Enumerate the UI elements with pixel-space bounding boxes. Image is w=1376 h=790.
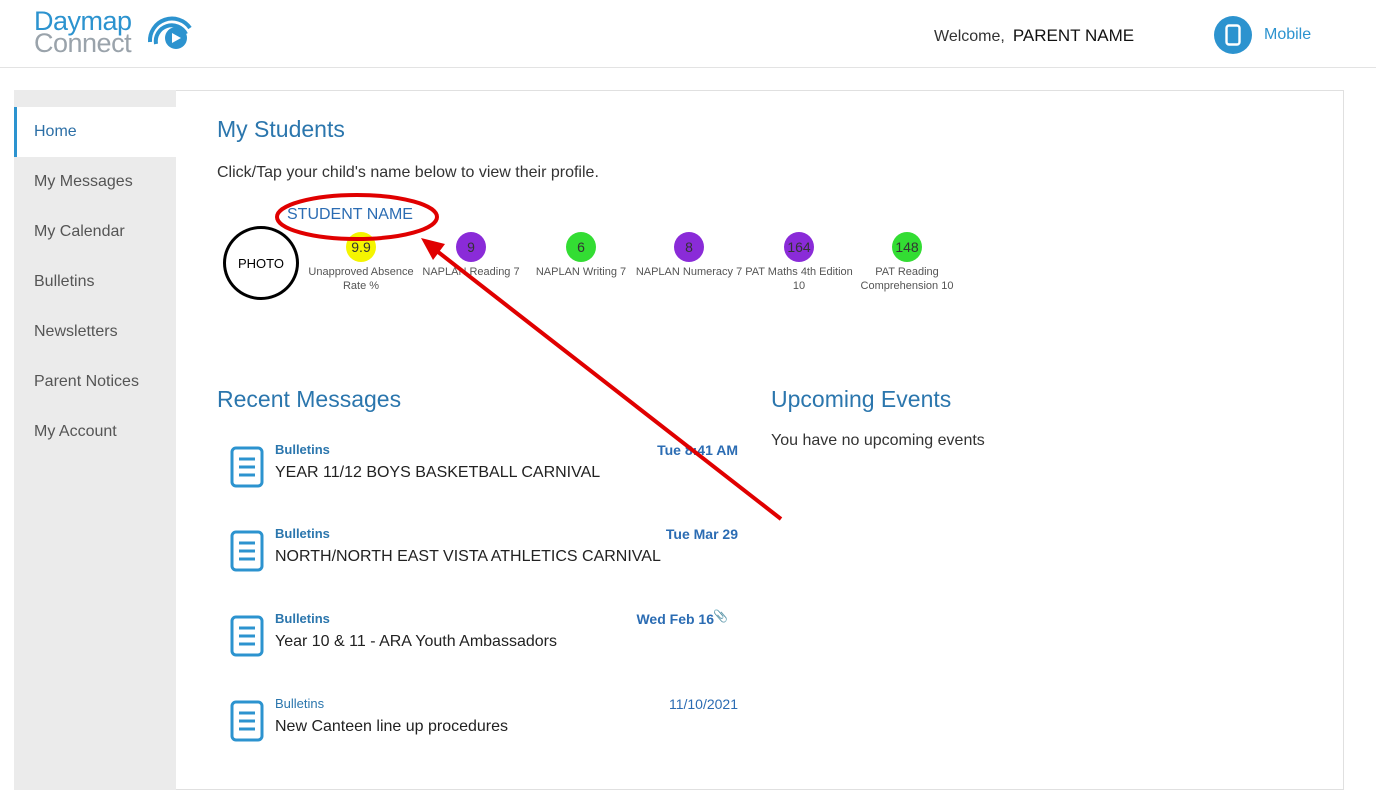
mobile-button[interactable]: Mobile	[1214, 16, 1311, 54]
sidebar-item-home[interactable]: Home	[14, 107, 176, 157]
document-icon	[230, 446, 264, 488]
message-item[interactable]: Bulletins Tue 8:41 AM YEAR 11/12 BOYS BA…	[230, 442, 740, 502]
stat-naplan-numeracy[interactable]: 8 NAPLAN Numeracy 7	[634, 232, 744, 279]
document-icon	[230, 530, 264, 572]
message-title: YEAR 11/12 BOYS BASKETBALL CARNIVAL	[275, 464, 601, 481]
stat-value-badge: 6	[566, 232, 596, 262]
message-item[interactable]: Bulletins 11/10/2021 New Canteen line up…	[230, 696, 740, 756]
message-category: Bulletins	[275, 442, 330, 457]
recent-messages-heading: Recent Messages	[217, 386, 402, 412]
document-icon	[230, 700, 264, 742]
main-content-card	[176, 90, 1344, 790]
mobile-phone-icon	[1214, 16, 1252, 54]
stat-pat-reading[interactable]: 148 PAT Reading Comprehension 10	[852, 232, 962, 293]
student-name-link[interactable]: STUDENT NAME	[287, 206, 413, 224]
sidebar-item-my-account[interactable]: My Account	[14, 407, 176, 457]
stat-label: PAT Reading Comprehension 10	[860, 266, 954, 292]
mobile-label: Mobile	[1264, 26, 1312, 43]
stat-value-badge: 8	[674, 232, 704, 262]
stat-label: NAPLAN Writing 7	[535, 266, 627, 278]
parent-name: PARENT NAME	[1012, 26, 1135, 45]
message-category: Bulletins	[275, 611, 330, 626]
stat-value-badge: 148	[892, 232, 922, 262]
student-photo[interactable]: PHOTO	[223, 226, 299, 300]
welcome-label: Welcome,	[934, 28, 1005, 45]
message-item[interactable]: Bulletins Tue Mar 29 NORTH/NORTH EAST VI…	[230, 526, 740, 586]
stat-value-badge: 9	[456, 232, 486, 262]
sidebar-item-my-messages[interactable]: My Messages	[14, 157, 176, 207]
no-events-text: You have no upcoming events	[771, 432, 985, 449]
stat-unapproved-absence[interactable]: 9.9 Unapproved Absence Rate %	[306, 232, 416, 293]
document-icon	[230, 615, 264, 657]
message-title: Year 10 & 11 - ARA Youth Ambassadors	[275, 633, 557, 650]
message-date: 11/10/2021	[668, 696, 738, 712]
stat-label: PAT Maths 4th Edition 10	[745, 266, 853, 292]
stat-value-badge: 9.9	[346, 232, 376, 262]
message-category: Bulletins	[275, 526, 330, 541]
stat-value-badge: 164	[784, 232, 814, 262]
sidebar-item-parent-notices[interactable]: Parent Notices	[14, 357, 176, 407]
sidebar-item-bulletins[interactable]: Bulletins	[14, 257, 176, 307]
my-students-heading: My Students	[217, 116, 345, 142]
stat-naplan-writing[interactable]: 6 NAPLAN Writing 7	[526, 232, 636, 279]
sidebar-item-newsletters[interactable]: Newsletters	[14, 307, 176, 357]
top-bar: Daymap Connect Welcome, PARENT NAME Mobil…	[0, 0, 1376, 68]
sidebar-nav: Home My Messages My Calendar Bulletins N…	[14, 90, 176, 790]
stat-pat-maths[interactable]: 164 PAT Maths 4th Edition 10	[744, 232, 854, 293]
message-item[interactable]: Bulletins Wed Feb 16 📎 Year 10 & 11 - AR…	[230, 609, 740, 671]
logo-swirl-icon	[147, 16, 192, 49]
sidebar-item-my-calendar[interactable]: My Calendar	[14, 207, 176, 257]
attachment-paperclip-icon: 📎	[713, 609, 728, 623]
logo-text-bottom: Connect	[34, 28, 132, 58]
stat-label: Unapproved Absence Rate %	[308, 266, 414, 292]
message-date: Tue Mar 29	[665, 526, 738, 542]
message-category: Bulletins	[275, 696, 325, 711]
stat-label: NAPLAN Numeracy 7	[635, 266, 743, 278]
message-date: Wed Feb 16	[636, 611, 714, 627]
message-date: Tue 8:41 AM	[657, 442, 738, 458]
students-intro-text: Click/Tap your child's name below to vie…	[217, 164, 599, 181]
message-title: New Canteen line up procedures	[275, 718, 509, 735]
daymap-connect-logo[interactable]: Daymap Connect	[34, 6, 204, 62]
stat-label: NAPLAN Reading 7	[422, 266, 520, 278]
welcome-text: Welcome, PARENT NAME	[934, 26, 1134, 46]
message-title: NORTH/NORTH EAST VISTA ATHLETICS CARNIVA…	[275, 548, 661, 565]
stat-naplan-reading[interactable]: 9 NAPLAN Reading 7	[416, 232, 526, 279]
upcoming-events-heading: Upcoming Events	[771, 386, 952, 412]
